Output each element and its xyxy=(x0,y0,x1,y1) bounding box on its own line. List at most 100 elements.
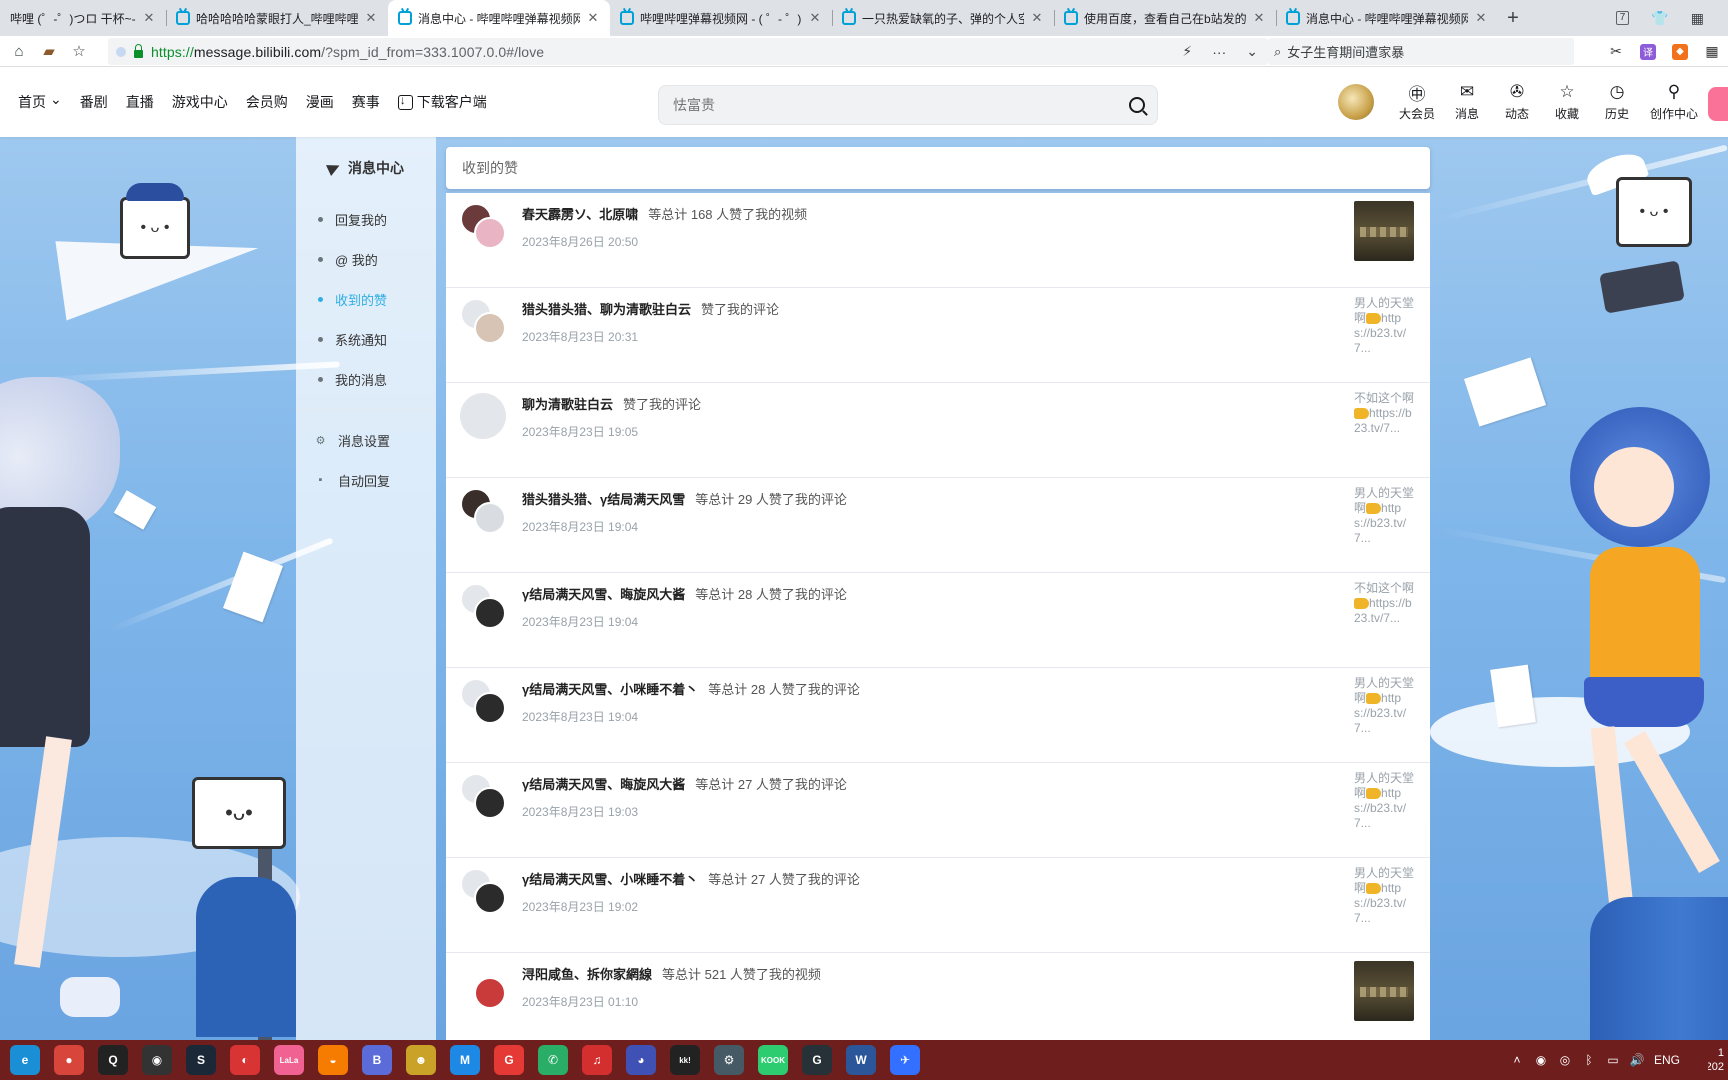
new-tab-button[interactable]: + xyxy=(1498,0,1528,36)
avatar[interactable] xyxy=(474,692,506,724)
avatar[interactable] xyxy=(1338,84,1374,120)
orange-app-icon[interactable]: ◒ xyxy=(318,1045,348,1075)
like-item[interactable]: γ结局满天风雪、晦旋风大酱 等总计 28 人赞了我的评论 2023年8月23日 19… xyxy=(446,573,1430,668)
nav-link[interactable]: 漫画 xyxy=(306,92,334,112)
browser-search-input[interactable]: ⌕ 女子生育期间遭家暴 xyxy=(1268,38,1574,65)
download-client-link[interactable]: 下载客户端 xyxy=(397,92,487,112)
home-icon[interactable]: ⌂ xyxy=(4,36,34,67)
like-item[interactable]: 浔阳咸鱼、拆你家網線 等总计 521 人赞了我的视频 2023年8月23日 01:1… xyxy=(446,953,1430,1048)
close-icon[interactable]: ✕ xyxy=(808,10,822,26)
grid-icon[interactable]: ▦ xyxy=(1691,10,1704,27)
user-names[interactable]: γ结局满天风雪、晦旋风大酱 xyxy=(522,587,685,602)
user-nav-creator[interactable]: ⚲ 创作中心 xyxy=(1646,82,1702,122)
comment-snippet[interactable]: 不如这个啊https://b23.tv/7... xyxy=(1354,581,1414,626)
gamepad-icon[interactable]: ◆ xyxy=(1672,43,1688,60)
clock[interactable]: 1 202 xyxy=(1708,1046,1724,1074)
mascot-app-icon[interactable]: ☻ xyxy=(406,1045,436,1075)
lala-icon[interactable]: LaLa xyxy=(274,1045,304,1075)
nav-link[interactable]: 番剧 xyxy=(80,92,108,112)
user-names[interactable]: 春天霹雳ソ、北原啸 xyxy=(522,207,638,222)
obs-icon[interactable]: ◉ xyxy=(142,1045,172,1075)
wechat-icon[interactable]: ✆ xyxy=(538,1045,568,1075)
close-icon[interactable]: ✕ xyxy=(364,10,378,26)
comment-snippet[interactable]: 男人的天堂啊 https://b23.tv/7... xyxy=(1354,866,1414,926)
avatar[interactable] xyxy=(474,312,506,344)
browser-tab[interactable]: 哔哩哔哩弹幕视频网 - ( ゜- ゜) ✕ xyxy=(610,0,832,36)
user-nav-favorite[interactable]: ☆ 收藏 xyxy=(1546,82,1588,122)
obs-tray-icon[interactable]: ◉ xyxy=(1534,1053,1548,1067)
browser-tab[interactable]: 消息中心 - 哔哩哔哩弹幕视频网 ✕ xyxy=(388,0,610,36)
nav-link[interactable]: 首页 ⌄ xyxy=(18,91,62,112)
shirt-icon[interactable]: 👕 xyxy=(1651,10,1668,27)
kk-icon[interactable]: kk! xyxy=(670,1045,700,1075)
nav-link[interactable]: 直播 xyxy=(126,92,154,112)
like-item[interactable]: 猎头猎头猎、聊为清歌驻白云 赞了我的评论 2023年8月23日 20:31 男人的天堂… xyxy=(446,288,1430,383)
tab-count-badge[interactable]: 7 xyxy=(1615,11,1630,25)
comment-snippet[interactable]: 不如这个啊https://b23.tv/7... xyxy=(1354,391,1414,436)
avatar[interactable] xyxy=(474,502,506,534)
network-icon[interactable]: ▭ xyxy=(1606,1053,1620,1067)
qq-icon[interactable]: Q xyxy=(98,1045,128,1075)
avatar[interactable] xyxy=(474,597,506,629)
like-item[interactable]: 猎头猎头猎、γ结局满天风雪 等总计 29 人赞了我的评论 2023年8月23日 19… xyxy=(446,478,1430,573)
sidebar-item[interactable]: @ 我的 xyxy=(296,239,436,279)
user-names[interactable]: 猎头猎头猎、聊为清歌驻白云 xyxy=(522,302,691,317)
url-field[interactable]: https://message.bilibili.com/?spm_id_fro… xyxy=(108,38,1268,65)
steam-tray-icon[interactable]: ◎ xyxy=(1558,1053,1572,1067)
user-names[interactable]: γ结局满天风雪、小咪睡不着丶 xyxy=(522,872,698,887)
close-icon[interactable]: ✕ xyxy=(586,10,600,26)
site-search-input[interactable] xyxy=(673,97,1129,113)
avatar[interactable] xyxy=(460,393,506,439)
video-thumbnail[interactable] xyxy=(1354,961,1414,1021)
user-nav-vip[interactable]: ㊥大会员 xyxy=(1396,82,1438,122)
blue-circle-icon[interactable]: ◕ xyxy=(626,1045,656,1075)
avatar[interactable] xyxy=(474,882,506,914)
feishu-icon[interactable]: ✈ xyxy=(890,1045,920,1075)
comment-snippet[interactable]: 男人的天堂啊 https://b23.tv/7... xyxy=(1354,771,1414,831)
like-item[interactable]: 春天霹雳ソ、北原啸 等总计 168 人赞了我的视频 2023年8月26日 20:50 xyxy=(446,193,1430,288)
nav-link[interactable]: 游戏中心 xyxy=(172,92,228,112)
search-icon[interactable] xyxy=(1129,97,1145,113)
browser-tab[interactable]: 消息中心 - 哔哩哔哩弹幕视频网 ✕ xyxy=(1276,0,1498,36)
netease-game-icon[interactable]: ◐ xyxy=(230,1045,260,1075)
like-item[interactable]: 聊为清歌驻白云 赞了我的评论 2023年8月23日 19:05 不如这个啊https:… xyxy=(446,383,1430,478)
settings-app-icon[interactable]: ⚙ xyxy=(714,1045,744,1075)
browser-tab[interactable]: 使用百度，查看自己在b站发的 ✕ xyxy=(1054,0,1276,36)
browser-tab[interactable]: 哈哈哈哈哈蒙眼打人_哔哩哔哩 ✕ xyxy=(166,0,388,36)
avatar[interactable] xyxy=(474,217,506,249)
more-icon[interactable]: ··· xyxy=(1212,44,1226,60)
nav-link[interactable]: 赛事 xyxy=(352,92,380,112)
comment-snippet[interactable]: 男人的天堂啊 https://b23.tv/7... xyxy=(1354,486,1414,546)
maxthon-icon[interactable]: M xyxy=(450,1045,480,1075)
site-info-icon[interactable] xyxy=(116,46,126,57)
user-names[interactable]: γ结局满天风雪、晦旋风大酱 xyxy=(522,777,685,792)
lightning-icon[interactable]: ⚡ xyxy=(1182,43,1192,60)
input-language[interactable]: ENG xyxy=(1654,1053,1680,1067)
user-nav-message[interactable]: ✉ 消息 xyxy=(1446,82,1488,122)
upload-button[interactable] xyxy=(1708,87,1728,121)
user-names[interactable]: 浔阳咸鱼、拆你家網線 xyxy=(522,967,652,982)
bluetooth-tray-icon[interactable]: ᛒ xyxy=(1582,1053,1596,1067)
like-item[interactable]: γ结局满天风雪、小咪睡不着丶 等总计 27 人赞了我的评论 2023年8月23日 1… xyxy=(446,858,1430,953)
g-hub-icon[interactable]: G xyxy=(802,1045,832,1075)
user-names[interactable]: γ结局满天风雪、小咪睡不着丶 xyxy=(522,682,698,697)
scissors-icon[interactable]: ✂ xyxy=(1608,43,1624,60)
sidebar-item[interactable]: 我的消息 xyxy=(296,359,436,399)
word-icon[interactable]: W xyxy=(846,1045,876,1075)
sidebar-item[interactable]: 系统通知 xyxy=(296,319,436,359)
avatar[interactable] xyxy=(474,977,506,1009)
sidebar-item[interactable]: 收到的赞 xyxy=(296,279,436,319)
close-icon[interactable]: ✕ xyxy=(1252,10,1266,26)
briefcase-icon[interactable]: ▰ xyxy=(34,36,64,67)
translate-icon[interactable]: 译 xyxy=(1640,43,1656,60)
user-nav-history[interactable]: ◷ 历史 xyxy=(1596,82,1638,122)
like-item[interactable]: γ结局满天风雪、晦旋风大酱 等总计 27 人赞了我的评论 2023年8月23日 19… xyxy=(446,763,1430,858)
sidebar-item[interactable]: 回复我的 xyxy=(296,199,436,239)
close-icon[interactable]: ✕ xyxy=(142,10,156,26)
avatar[interactable] xyxy=(474,787,506,819)
browser-tab[interactable]: 一只热爱缺氧的子、弹的个人空间 ✕ xyxy=(832,0,1054,36)
kook-icon[interactable]: KOOK xyxy=(758,1045,788,1075)
browser-tab[interactable]: 哔哩 (゜-゜)つロ 干杯~-bilibili ✕ xyxy=(0,0,166,36)
close-icon[interactable]: ✕ xyxy=(1030,10,1044,26)
favorites-star-icon[interactable]: ☆ xyxy=(64,36,94,67)
